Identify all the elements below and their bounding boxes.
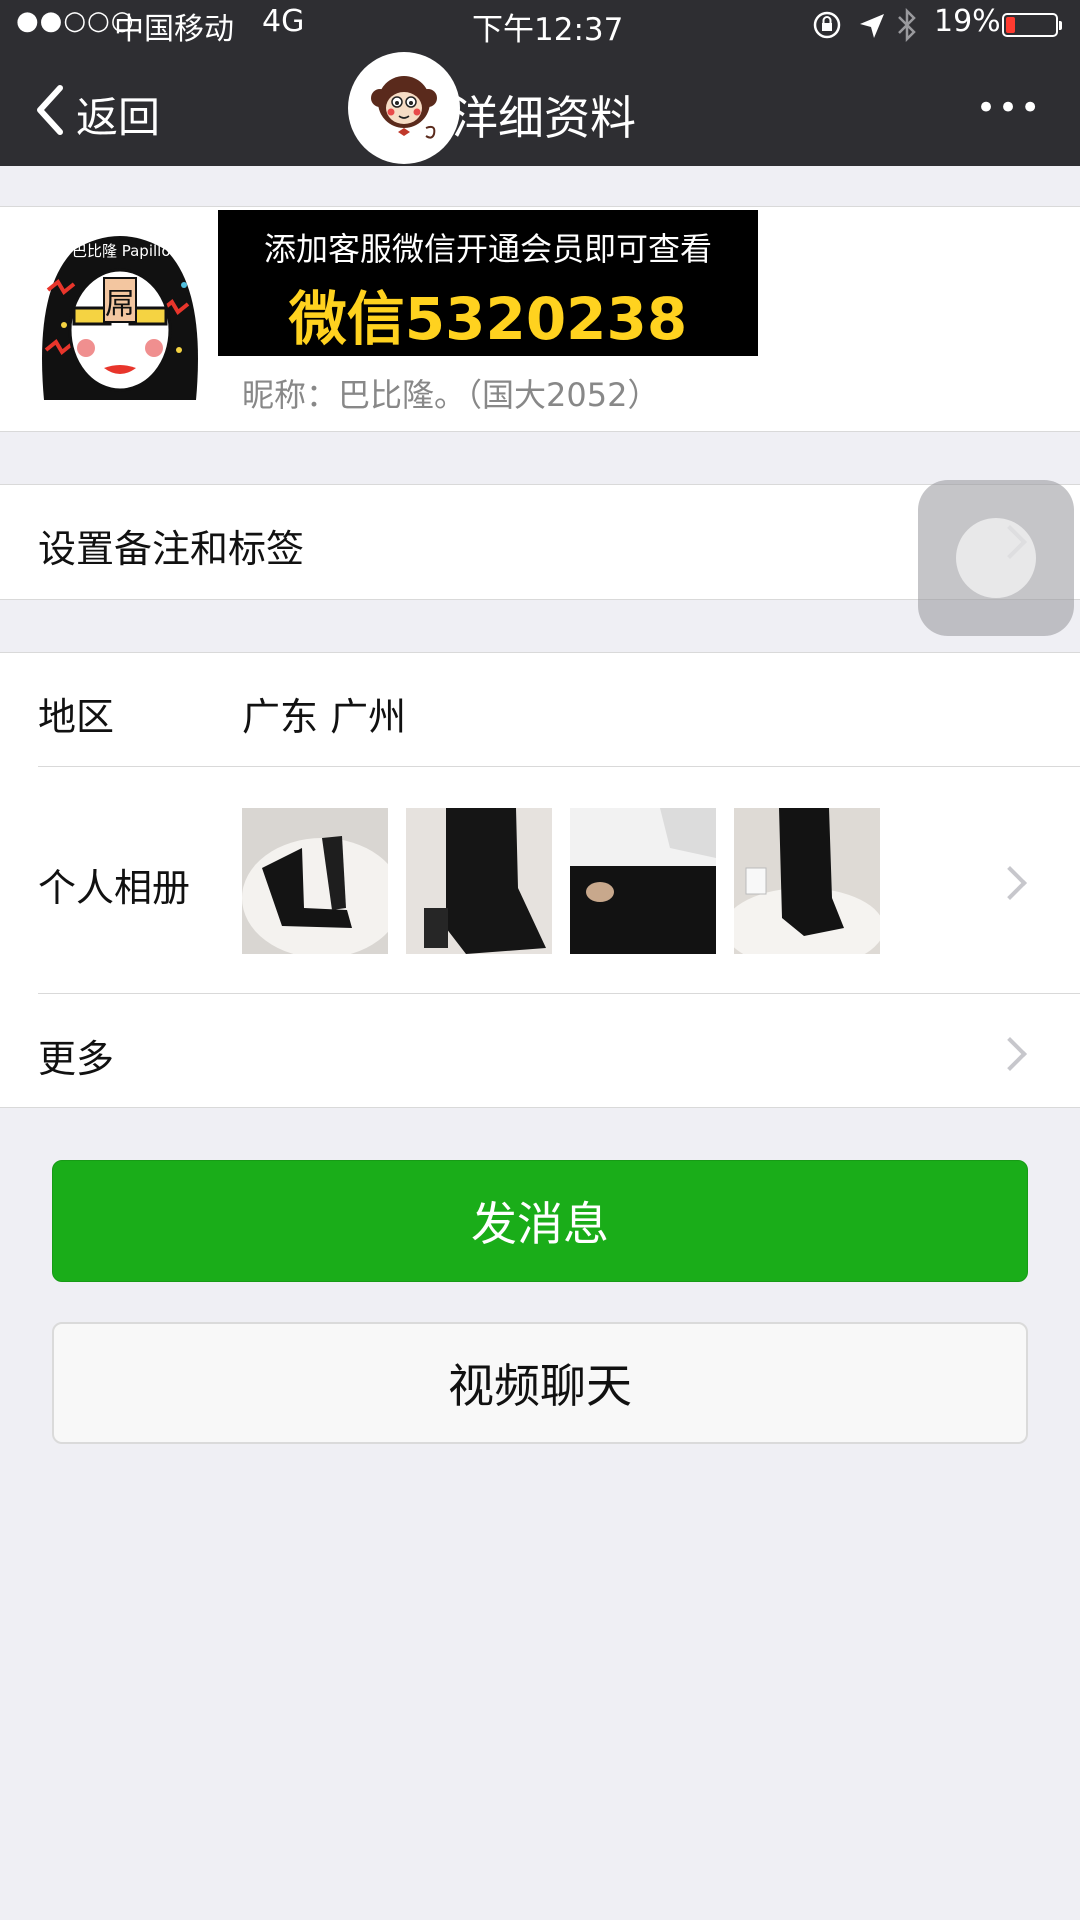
bluetooth-icon (898, 8, 916, 42)
carrier-name: 中国移动 (114, 12, 234, 47)
nickname: 昵称：巴比隆。（国大2052） (242, 376, 660, 414)
ad-line-2: 微信5320238 (288, 285, 688, 353)
more-menu-button[interactable]: ••• (976, 88, 1042, 128)
location-arrow-icon (860, 14, 884, 38)
rotation-lock-icon (813, 11, 841, 39)
more-row[interactable]: 更多 (0, 994, 1080, 1108)
more-label: 更多 (38, 1037, 115, 1081)
remark-label: 设置备注和标签 (38, 527, 305, 571)
top-bar: ●●○○○ 中国移动 4G 下午12:37 19% 返回 洋细资料 ••• (0, 0, 1080, 166)
ad-line-1: 添加客服微信开通会员即可查看 (263, 230, 712, 268)
assistive-touch-dot (956, 518, 1036, 598)
album-photo-4[interactable] (734, 808, 880, 954)
network-type: 4G (262, 4, 305, 39)
chevron-right-icon (993, 1037, 1027, 1071)
avatar-signature-text: 巴比隆 Papillon (72, 242, 180, 260)
album-photo-3[interactable] (570, 808, 716, 954)
album-label: 个人相册 (38, 866, 191, 910)
battery-percent: 19% (934, 4, 1001, 39)
status-time: 下午12:37 (472, 12, 624, 48)
profile-card: 屌 巴比隆 Papillon 添加客服微信开通会员即可查看 微信5320238 … (0, 206, 1080, 432)
ad-banner: 添加客服微信开通会员即可查看 微信5320238 (218, 210, 758, 356)
album-row[interactable]: 个人相册 (0, 767, 1080, 993)
album-photo-2[interactable] (406, 808, 552, 954)
send-message-button[interactable]: 发消息 (52, 1160, 1028, 1282)
chevron-right-icon (993, 866, 1027, 900)
details-group: 地区 广东 广州 个人相册 更多 (0, 652, 1080, 1108)
back-button[interactable]: 返回 (30, 82, 180, 142)
video-chat-button[interactable]: 视频聊天 (52, 1322, 1028, 1444)
region-label: 地区 (38, 695, 115, 739)
watermark-logo (348, 52, 460, 164)
battery-icon (1002, 13, 1062, 37)
chevron-left-icon (37, 85, 63, 135)
back-label: 返回 (76, 93, 161, 142)
assistive-touch-button[interactable] (918, 480, 1074, 636)
avatar-center-glyph: 屌 (105, 287, 135, 322)
page-title: 洋细资料 (452, 91, 636, 145)
avatar[interactable]: 屌 巴比隆 Papillon (34, 230, 206, 406)
region-row: 地区 广东 广州 (0, 652, 1080, 766)
album-photo-1[interactable] (242, 808, 388, 954)
region-value: 广东 广州 (242, 695, 407, 739)
